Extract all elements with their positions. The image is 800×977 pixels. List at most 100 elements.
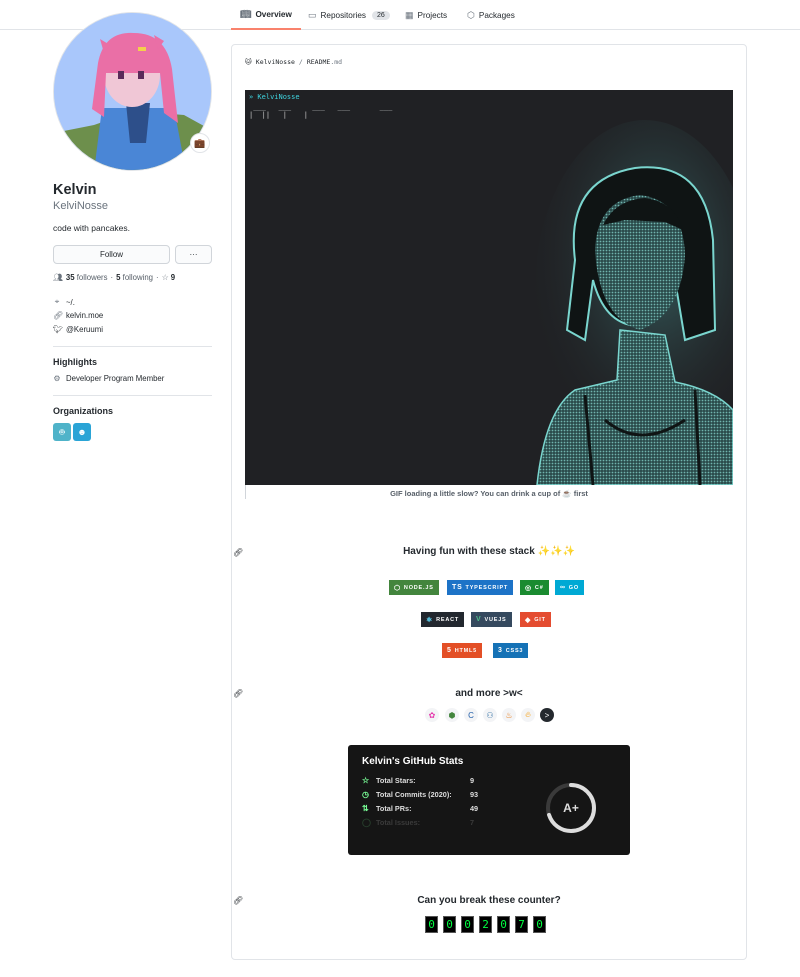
tab-repositories[interactable]: ▭ Repositories 26 [308,0,390,30]
readme-file: README.md [306,58,343,66]
tab-label: Packages [478,10,515,20]
following-count: 5 [116,273,121,282]
css3-icon: 3 [498,647,503,654]
tab-label: Overview [255,9,292,19]
graphql-icon[interactable]: ✿ [425,708,439,722]
stack-heading: Having fun with these stack ✨✨✨ [403,546,575,557]
repo-count-badge: 26 [372,10,390,20]
project-icon: ▦ [405,9,414,20]
stat-value: 7 [470,818,475,827]
html5-icon: 5 [447,647,452,654]
profile-name: Kelvin [53,182,97,198]
csharp-icon: ◎ [525,584,532,592]
tab-packages[interactable]: ⬡ Packages [467,0,515,30]
counter-digit: 2 [479,916,492,933]
following-label: following [122,273,153,282]
rank-grade: A+ [563,801,579,815]
nodejs-icon: ⬡ [394,584,401,592]
counter-digit: 0 [461,916,474,933]
repo-icon: ▭ [308,9,317,20]
python-icon[interactable]: ⚇ [483,708,497,722]
face-org-icon[interactable]: ☻ [73,423,91,441]
stat-value: 9 [470,776,475,785]
following-link[interactable]: 5 following [116,273,153,282]
counter-digit: 0 [497,916,510,933]
followers-count: 35 [65,273,75,282]
tab-projects[interactable]: ▦ Projects [405,0,447,30]
robot-org-icon[interactable]: 🤖︎ [53,423,71,441]
git-badge[interactable]: ◆ GIT [520,612,551,627]
react-badge[interactable]: ⚛ REACT [421,612,465,627]
package-icon: ⬡ [467,9,475,20]
octocat-icon: 🐱︎ [245,58,252,66]
go-icon: ∞ [560,584,566,591]
divider [53,346,212,347]
css3-badge[interactable]: 3 CSS3 [493,643,529,658]
csharp-badge[interactable]: ◎ C# [520,580,549,595]
counter-digit: 7 [515,916,528,933]
tab-label: Projects [417,10,448,20]
github-stats-card: Kelvin's GitHub Stats ☆ Total Stars: 9 ◷… [348,745,630,855]
counter-heading: Can you break these counter? [417,895,561,906]
status-emoji-button[interactable]: 💼 [190,133,210,153]
typescript-badge[interactable]: TS TYPESCRIPT [447,580,514,595]
counter-digit: 0 [533,916,546,933]
issue-icon: ◯ [362,818,371,827]
divider [53,395,212,396]
html5-badge[interactable]: 5 HTML5 [442,643,483,658]
separator-dot: · [110,273,114,282]
stat-value: 49 [470,804,479,813]
briefcase-icon: 💼 [194,137,206,148]
highlight-item[interactable]: ⚙ Developer Program Member [53,374,164,383]
pr-icon: ⇅ [362,804,369,813]
typescript-icon: TS [452,584,463,591]
followers-label: followers [76,273,108,282]
git-icon: ◆ [525,616,532,624]
followers-link[interactable]: 35 followers [66,273,108,282]
website-item[interactable]: 🔗︎ kelvin.moe [53,311,103,320]
stat-label: Total Stars: [376,776,416,785]
avatar-image [54,13,211,170]
stat-label: Total Commits (2020): [376,790,452,799]
website-link[interactable]: kelvin.moe [66,311,103,320]
stat-value: 93 [470,790,479,799]
path-separator: / [298,58,303,66]
separator-dot: · [156,273,159,282]
people-icon: 👥︎ [53,273,63,282]
anime-girl-illustration [535,120,733,485]
profile-bio: code with pancakes. [53,223,131,233]
terminal-icon[interactable]: > [540,708,554,722]
highlights-title: Highlights [53,357,97,367]
counter-digit: 0 [443,916,456,933]
tab-overview[interactable]: 📖︎ Overview [231,0,301,30]
star-icon: ☆ [161,273,169,282]
nodejs-icon[interactable]: ⬢ [445,708,459,722]
go-badge[interactable]: ∞ GO [555,580,584,595]
readme-owner-link[interactable]: KelviNosse [256,58,295,66]
vue-icon: V [476,616,482,623]
firebase-icon[interactable]: 🔥︎ [521,708,535,722]
stats-row-prs: ⇅ Total PRs: 49 [362,804,478,813]
stars-link[interactable]: ☆ 9 [162,273,176,282]
readme-path: 🐱︎ KelviNosse / README.md [245,58,342,66]
location-pin-icon: ⌖ [54,297,60,306]
twitter-link[interactable]: @Keruumi [66,325,103,334]
twitter-item[interactable]: 🐦︎ @Keruumi [53,325,103,334]
java-icon[interactable]: ♨ [502,708,516,722]
location-item: ⌖ ~/. [53,297,75,307]
stats-row-commits: ◷ Total Commits (2020): 93 [362,790,478,799]
nodejs-badge[interactable]: ⬡ NODE.JS [389,580,439,595]
avatar[interactable] [53,12,212,171]
c-lang-icon[interactable]: C [464,708,478,722]
more-options-button[interactable]: ··· [175,245,212,264]
vue-badge[interactable]: V VUEJS [471,612,512,627]
stars-count: 9 [170,273,176,282]
follow-button[interactable]: Follow [53,245,170,264]
stat-label: Total Issues: [376,818,421,827]
react-icon: ⚛ [426,616,434,624]
more-heading: and more >w< [455,688,523,699]
stats-card-title: Kelvin's GitHub Stats [362,756,464,767]
twitter-icon: 🐦︎ [53,325,64,334]
follow-stats: 👥︎ 35 followers · 5 following · ☆ 9 [53,273,175,282]
readme-banner-gif: » KelviNosse ___ ___ ___ ___ ___ | || | … [245,90,733,485]
